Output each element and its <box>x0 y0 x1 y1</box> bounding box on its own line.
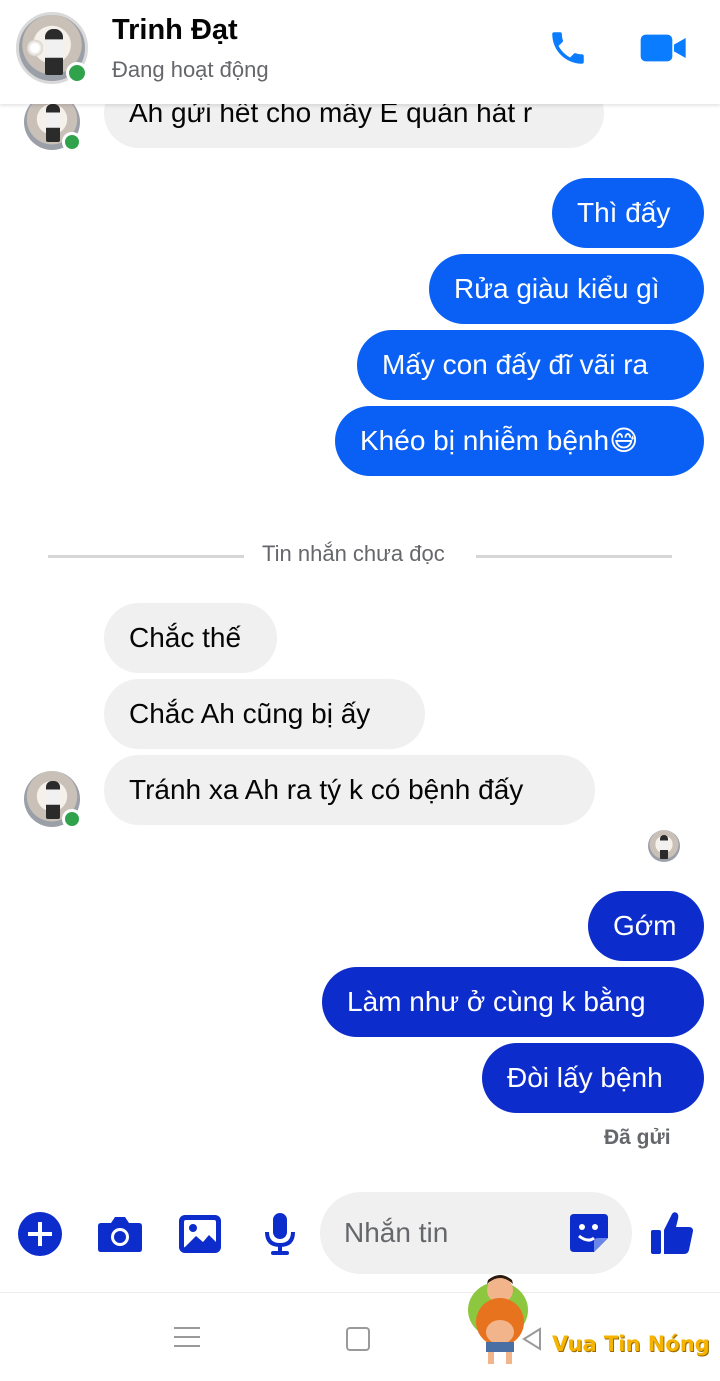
avatar-background-flowers <box>27 37 43 59</box>
chat-header: Trinh Đạt Đang hoạt động <box>0 0 720 104</box>
microphone-icon <box>265 1213 295 1255</box>
more-actions-button[interactable] <box>16 1210 64 1258</box>
menu-icon[interactable] <box>174 1325 200 1349</box>
message-bubble-outgoing[interactable]: Rửa giàu kiểu gì <box>429 254 704 324</box>
avatar-person <box>45 29 63 75</box>
video-call-button[interactable] <box>636 24 692 72</box>
avatar-person <box>660 835 668 859</box>
online-status-dot <box>62 132 82 152</box>
voice-call-button[interactable] <box>542 24 594 72</box>
voice-record-button[interactable] <box>258 1210 302 1258</box>
sticker-button[interactable] <box>568 1212 610 1254</box>
phone-icon <box>552 32 584 64</box>
home-icon[interactable] <box>346 1327 370 1351</box>
message-bubble-outgoing[interactable]: Thì đấy <box>552 178 704 248</box>
message-bubble-incoming[interactable]: Chắc Ah cũng bị ấy <box>104 679 425 749</box>
message-bubble-outgoing[interactable]: Gớm <box>588 891 704 961</box>
contact-active-status: Đang hoạt động <box>112 57 269 82</box>
avatar-person <box>46 104 60 142</box>
unread-divider-line-left <box>48 555 244 558</box>
avatar-person <box>46 781 60 819</box>
unread-divider-line-right <box>476 555 672 558</box>
message-input[interactable] <box>344 1192 564 1274</box>
image-icon <box>179 1215 221 1253</box>
sent-status: Đã gửi <box>604 1126 671 1149</box>
online-status-dot <box>62 809 82 829</box>
watermark-mascot-logo <box>462 1270 538 1370</box>
video-camera-icon <box>640 34 686 62</box>
thumbs-up-icon <box>651 1212 693 1254</box>
watermark-text: Vua Tin Nóng <box>552 1332 710 1356</box>
camera-icon <box>98 1217 142 1252</box>
message-bubble-outgoing[interactable]: Làm như ở cùng k bằng <box>322 967 704 1037</box>
online-status-dot <box>66 62 88 84</box>
contact-name[interactable]: Trinh Đạt <box>112 14 238 47</box>
unread-divider-label: Tin nhắn chưa đọc <box>262 541 445 566</box>
like-button[interactable] <box>648 1206 696 1260</box>
camera-button[interactable] <box>96 1210 144 1258</box>
message-bubble-outgoing[interactable]: Mấy con đấy đĩ vãi ra <box>357 330 704 400</box>
message-bubble-outgoing[interactable]: Khéo bị nhiễm bệnh😅 <box>335 406 704 476</box>
gallery-button[interactable] <box>176 1210 224 1258</box>
read-receipt-avatar <box>648 830 680 862</box>
message-bubble-incoming[interactable]: Tránh xa Ah ra tý k có bệnh đấy <box>104 755 595 825</box>
message-input-container <box>320 1192 632 1274</box>
sticker-icon <box>570 1214 608 1252</box>
message-bubble-incoming[interactable]: Chắc thế <box>104 603 277 673</box>
message-bubble-outgoing[interactable]: Đòi lấy bệnh <box>482 1043 704 1113</box>
plus-icon <box>18 1212 62 1256</box>
